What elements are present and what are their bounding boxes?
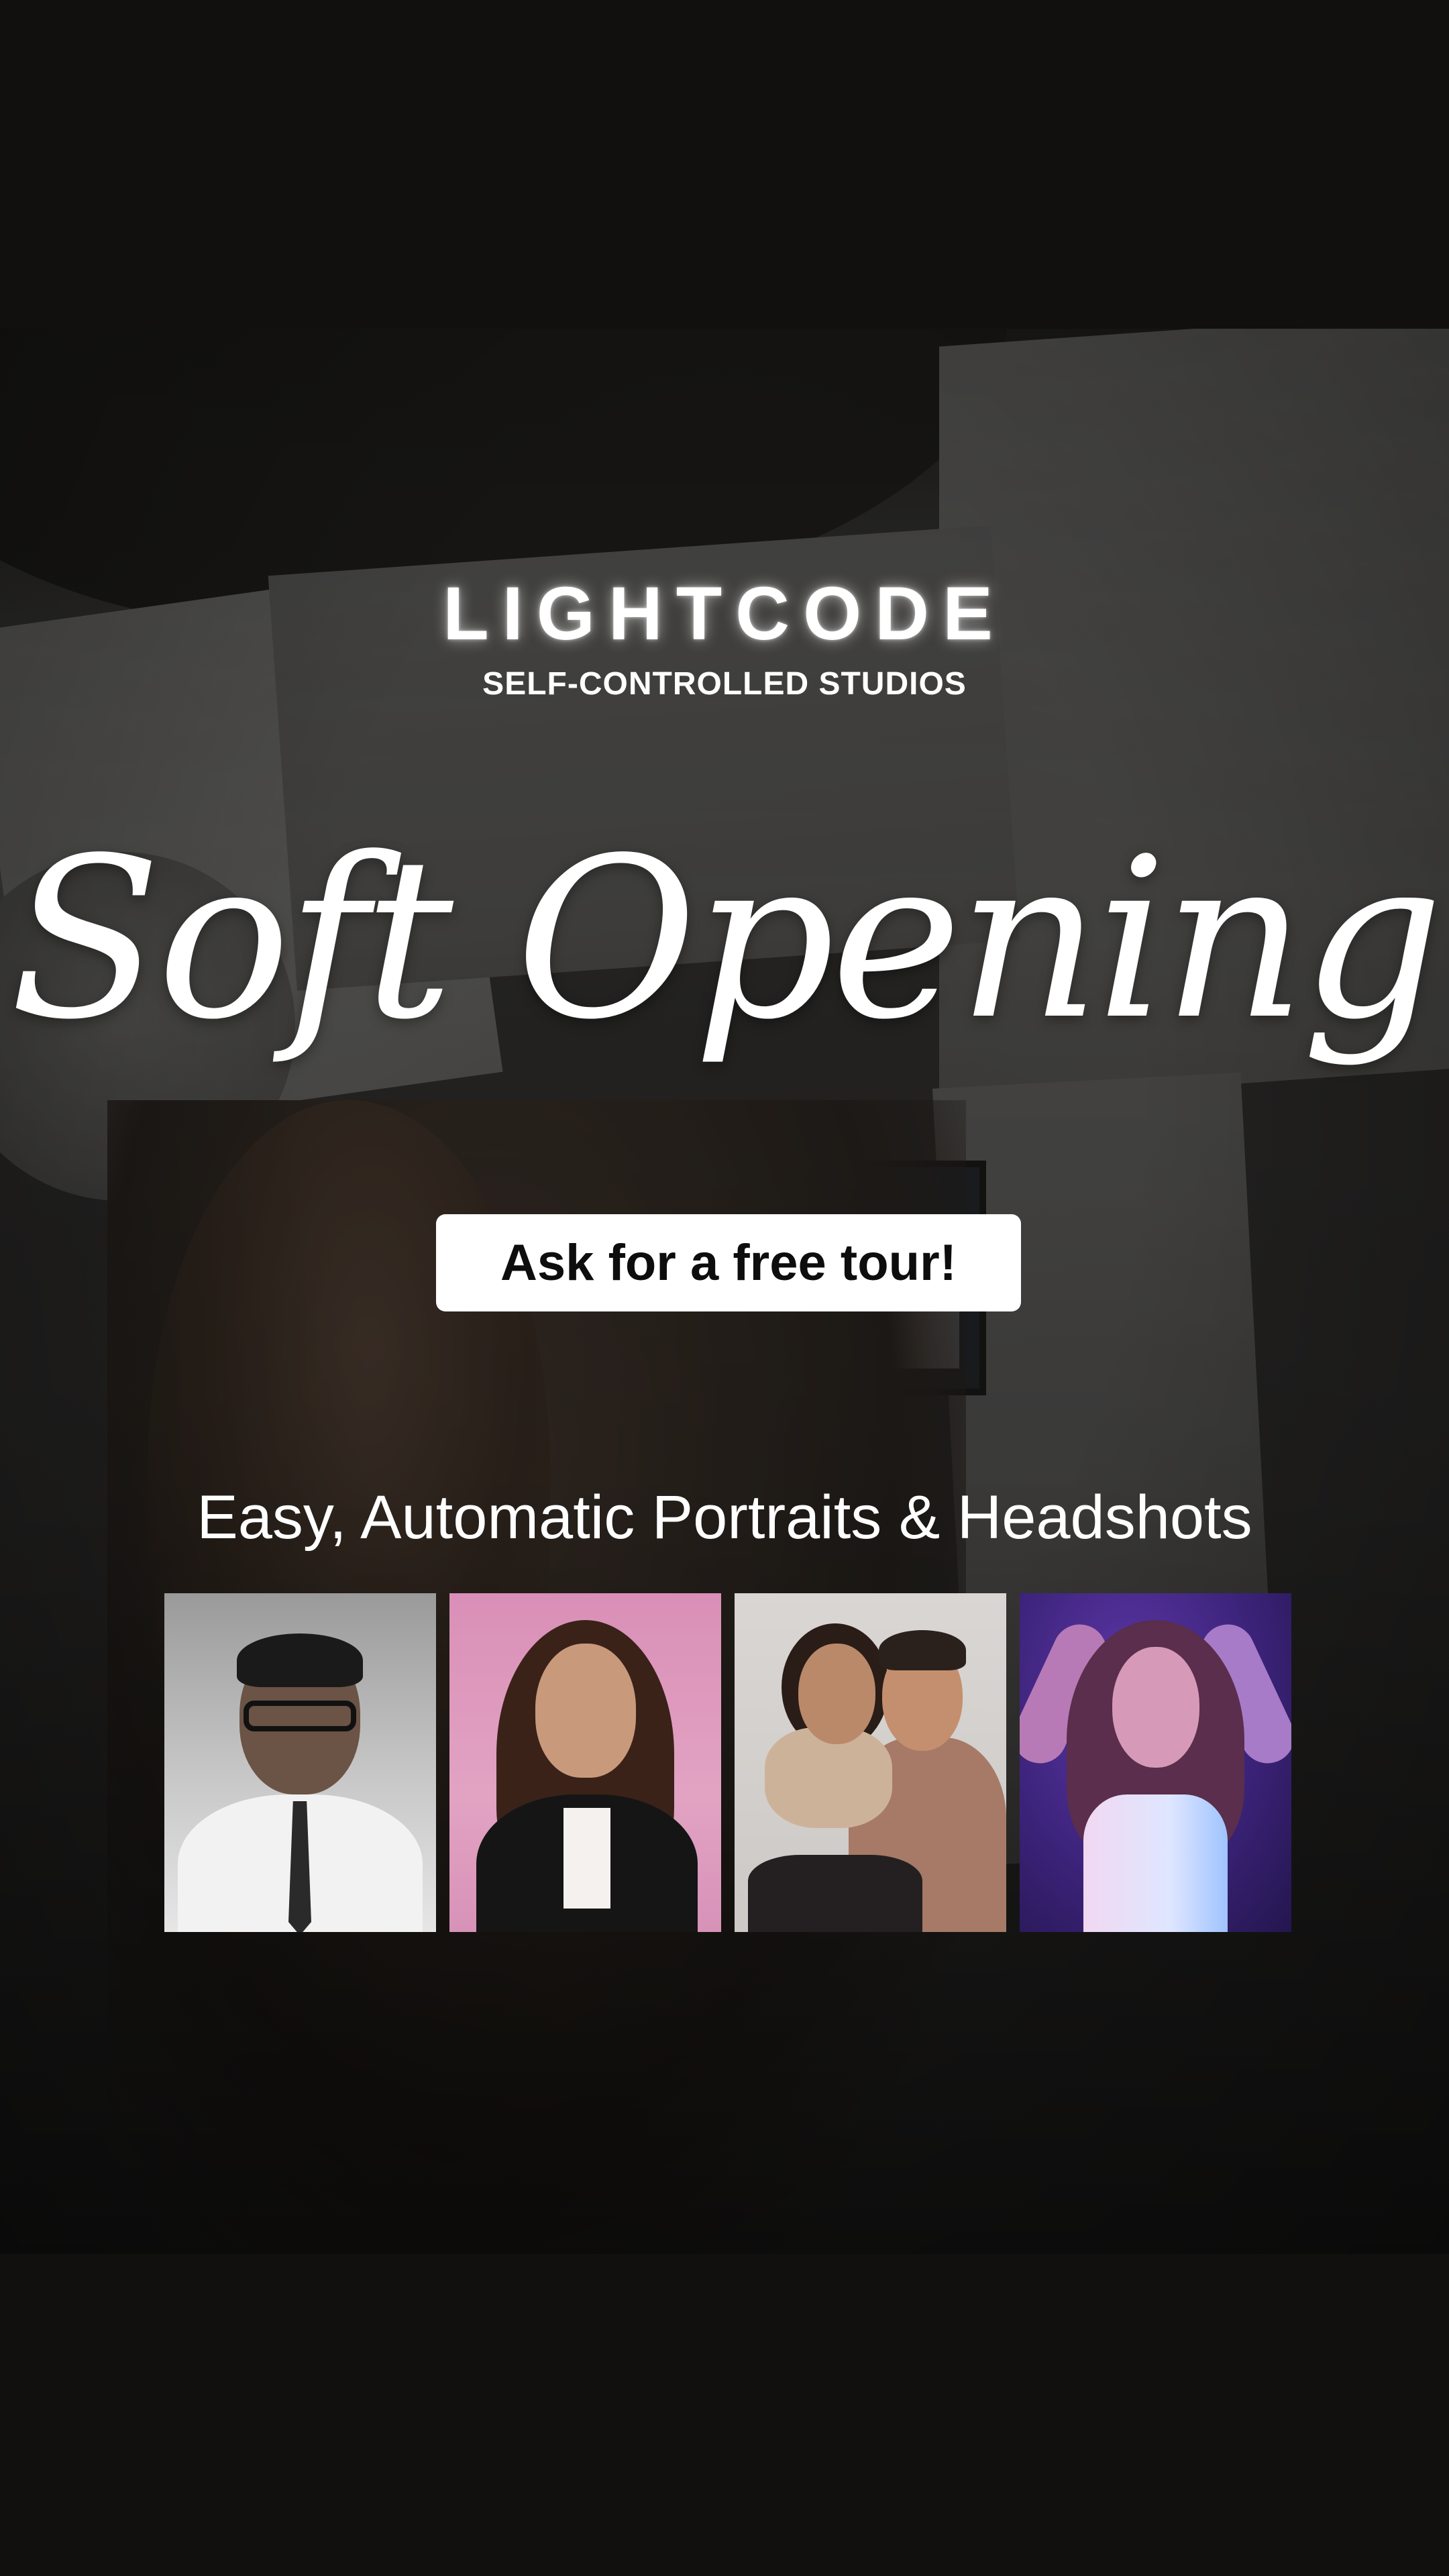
bottom-letterbox xyxy=(0,2254,1449,2576)
portrait-gallery xyxy=(164,1593,1293,1932)
portrait-2-top xyxy=(564,1808,610,1909)
glasses-icon xyxy=(244,1701,356,1731)
free-tour-button-label: Ask for a free tour! xyxy=(500,1234,957,1291)
portrait-couple xyxy=(735,1593,1006,1932)
portrait-2-face xyxy=(535,1644,636,1778)
tagline: Easy, Automatic Portraits & Headshots xyxy=(197,1483,1252,1552)
portrait-woman-neon xyxy=(1020,1593,1291,1932)
portrait-woman-blazer xyxy=(449,1593,721,1932)
brand-logo-text: LIGHTCODE xyxy=(443,572,1006,655)
portrait-3-man-hair xyxy=(879,1630,966,1670)
free-tour-button[interactable]: Ask for a free tour! xyxy=(436,1214,1021,1311)
top-letterbox xyxy=(0,0,1449,329)
portrait-4-face xyxy=(1112,1647,1199,1768)
portrait-3-woman-face xyxy=(798,1644,875,1744)
headline-soft-opening: Soft Opening xyxy=(9,810,1443,1068)
portrait-man-headshot xyxy=(164,1593,436,1932)
portrait-4-top xyxy=(1083,1794,1228,1932)
portrait-3-legs xyxy=(748,1855,922,1932)
brand-subtitle: SELF-CONTROLLED STUDIOS xyxy=(482,666,967,702)
portrait-1-hair xyxy=(237,1633,363,1687)
